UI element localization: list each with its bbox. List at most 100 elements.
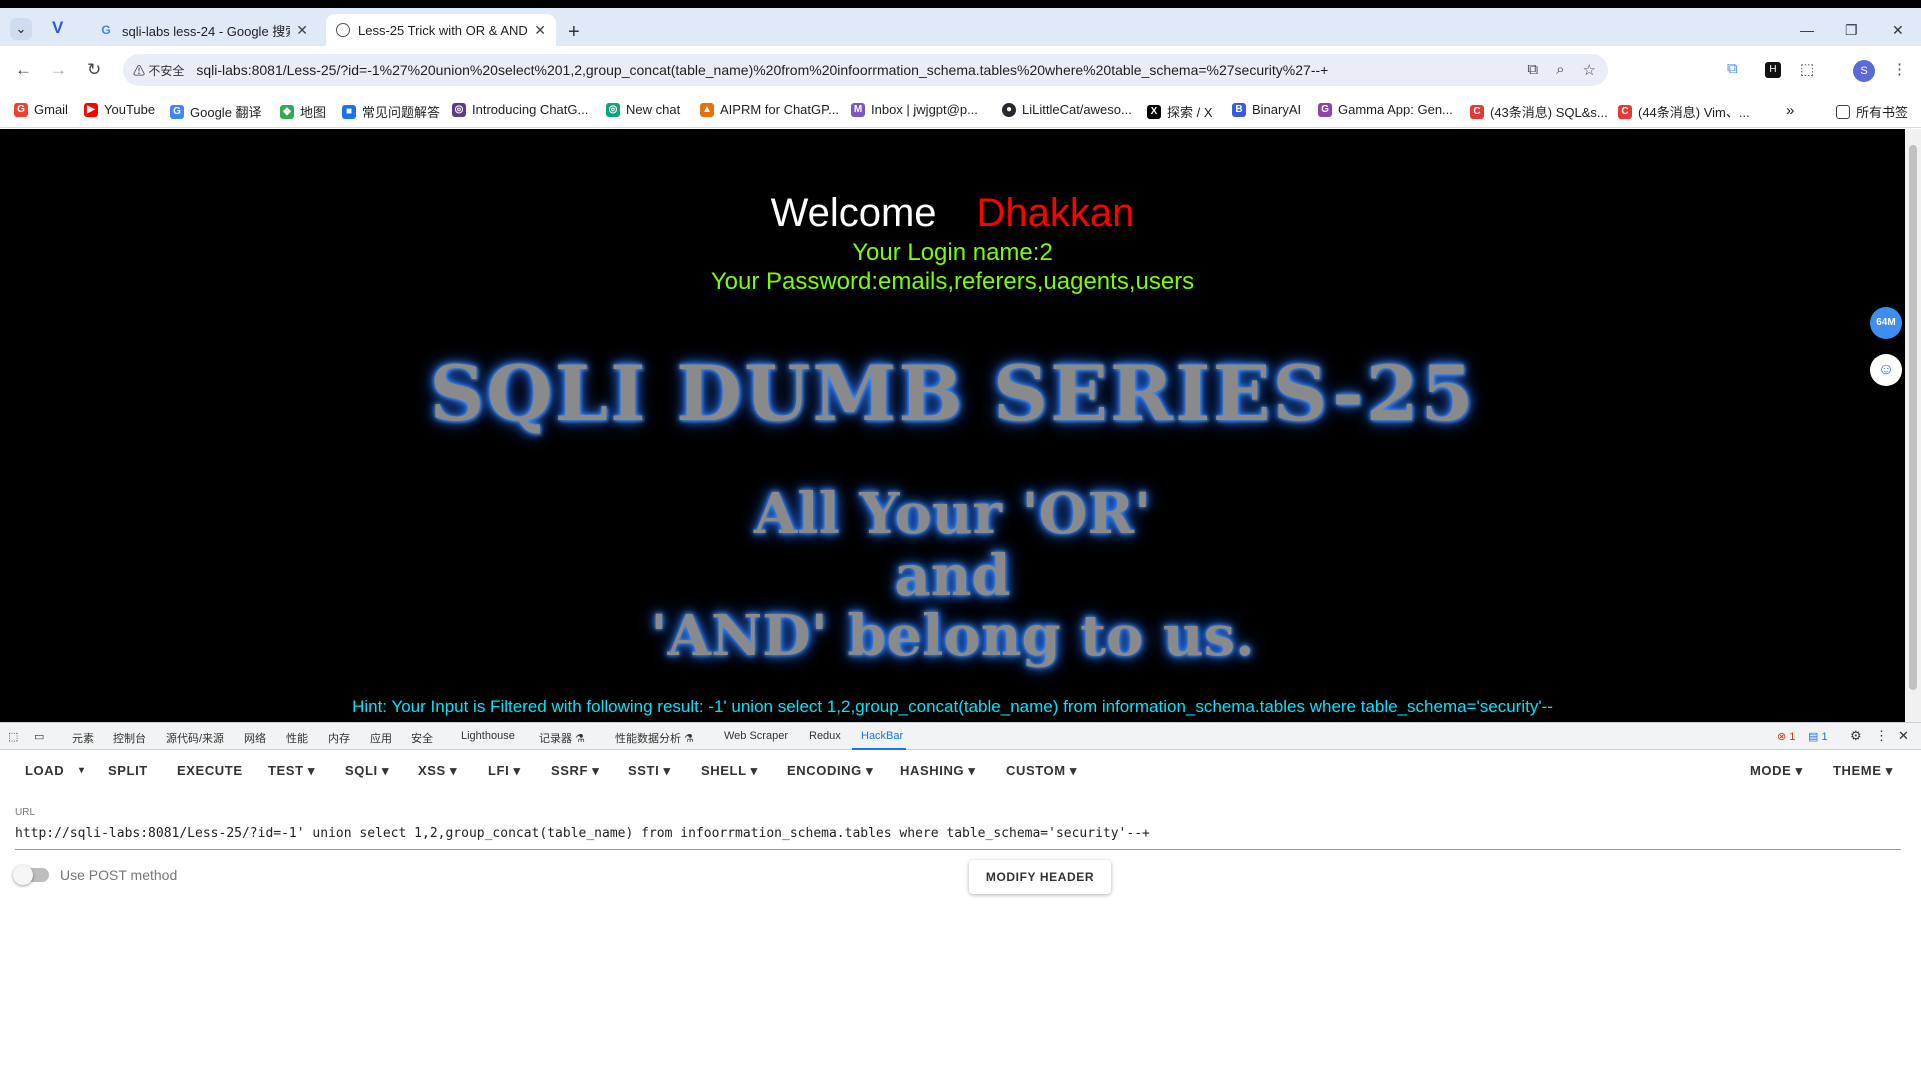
devtools-tab-sources[interactable]: 源代码/来源 (166, 730, 224, 746)
execute-button[interactable]: EXECUTE (177, 763, 243, 778)
avatar[interactable]: S (1853, 60, 1875, 82)
bookmark-introducing-chatgpt[interactable]: ◎ Introducing ChatG... (452, 102, 588, 117)
bookmark-google-translate[interactable]: G Google 翻译 (170, 102, 262, 121)
tab-title: sqli-labs less-24 - Google 搜索 (122, 23, 291, 39)
tab-search-button[interactable]: ⌄ (10, 18, 32, 40)
devtools-tab-web-scraper[interactable]: Web Scraper (724, 730, 788, 742)
binaryai-icon: B (1232, 102, 1246, 117)
memory-badge[interactable]: 64M (1870, 307, 1902, 339)
toggle-knob[interactable] (13, 865, 33, 885)
tab-less-25[interactable]: Less-25 Trick with OR & AND ✕ (326, 14, 556, 46)
post-method-label: Use POST method (60, 867, 178, 883)
login-name-line: Your Login name:2 (852, 239, 1053, 266)
close-tab-icon[interactable]: ✕ (296, 22, 308, 39)
restore-icon[interactable]: ❐ (1845, 22, 1858, 39)
extension-hackbar-icon[interactable]: H (1765, 62, 1781, 78)
bookmarks-bar: G Gmail ▶ YouTube G Google 翻译 ◆ 地图 ■ 常见问题解答 ◎… (0, 94, 1921, 128)
inspect-element-icon[interactable]: ⬚ (8, 730, 18, 743)
assistant-bot-icon[interactable]: ☺ (1870, 354, 1902, 386)
devtools-tab-security[interactable]: 安全 (411, 730, 433, 746)
devtools-tab-redux[interactable]: Redux (809, 730, 841, 742)
load-dropdown-icon[interactable]: ▾ (79, 765, 85, 776)
reload-icon[interactable]: ↻ (87, 60, 101, 80)
devtools-tab-memory[interactable]: 内存 (328, 730, 350, 746)
slogan-line-1: All Your 'OR' (753, 481, 1152, 547)
faq-icon: ■ (342, 104, 356, 119)
minimize-icon[interactable]: — (1800, 22, 1814, 38)
settings-gear-icon[interactable]: ⚙ (1850, 728, 1862, 744)
menu-kebab-icon[interactable]: ⋮ (1892, 60, 1907, 78)
devtools-menu-icon[interactable]: ⋮ (1875, 728, 1888, 744)
devtools-tab-network[interactable]: 网络 (244, 730, 266, 746)
shell-menu[interactable]: SHELL ▾ (701, 763, 758, 779)
devtools-tab-console[interactable]: 控制台 (113, 730, 146, 746)
close-tab-icon[interactable]: ✕ (534, 22, 546, 39)
forward-icon[interactable]: → (50, 60, 67, 80)
address-url[interactable]: sqli-labs:8081/Less-25/?id=-1%27%20union… (196, 62, 1328, 78)
bookmark-maps[interactable]: ◆ 地图 (280, 102, 326, 121)
not-secure-icon[interactable]: ⚠ 不安全 (133, 62, 184, 79)
bookmark-binaryai[interactable]: B BinaryAI (1232, 102, 1301, 117)
lfi-menu[interactable]: LFI ▾ (488, 763, 521, 779)
xss-menu[interactable]: XSS ▾ (418, 763, 457, 779)
extension-translate-icon[interactable]: ⧉ (1727, 60, 1738, 77)
hashing-menu[interactable]: HASHING ▾ (900, 763, 976, 779)
ssrf-menu[interactable]: SSRF ▾ (551, 763, 599, 779)
bookmark-faq[interactable]: ■ 常见问题解答 (342, 102, 440, 121)
bookmark-gmail[interactable]: G Gmail (14, 102, 68, 117)
csdn-icon: C (1470, 104, 1484, 119)
page-scrollbar[interactable] (1905, 129, 1921, 722)
load-button[interactable]: LOAD (25, 763, 64, 778)
bookmark-csdn-vim[interactable]: C (44条消息) Vim、... (1618, 102, 1750, 121)
new-tab-button[interactable]: + (568, 21, 580, 44)
bookmark-x[interactable]: X 探索 / X (1147, 102, 1213, 121)
bookmarks-overflow-icon[interactable]: » (1786, 102, 1794, 119)
window-close-icon[interactable]: ✕ (1892, 22, 1904, 39)
address-bar[interactable]: ⚠ 不安全 sqli-labs:8081/Less-25/?id=-1%27%2… (123, 54, 1608, 86)
theme-menu[interactable]: THEME ▾ (1833, 763, 1893, 779)
welcome-heading: Welcome Dhakkan (0, 191, 1905, 236)
encoding-menu[interactable]: ENCODING ▾ (787, 763, 873, 779)
bookmark-csdn-sql[interactable]: C (43条消息) SQL&s... (1470, 102, 1608, 121)
devtools-tab-lighthouse[interactable]: Lighthouse (461, 730, 515, 742)
extension-v-icon[interactable]: V (52, 18, 63, 38)
bookmark-inbox[interactable]: M Inbox | jwjgpt@p... (851, 102, 978, 117)
devtools-tab-elements[interactable]: 元素 (72, 730, 94, 746)
back-icon[interactable]: ← (15, 60, 32, 80)
extensions-puzzle-icon[interactable]: ⬚ (1800, 60, 1814, 78)
modify-header-button[interactable]: MODIFY HEADER (969, 860, 1111, 894)
mode-menu[interactable]: MODE ▾ (1750, 763, 1803, 779)
split-button[interactable]: SPLIT (108, 763, 148, 778)
device-toggle-icon[interactable]: ▭ (34, 730, 44, 743)
folder-icon (1836, 104, 1850, 119)
translate-icon[interactable]: ⧉ (1527, 61, 1538, 79)
sqli-menu[interactable]: SQLI ▾ (345, 763, 389, 779)
bookmark-aiprm[interactable]: ▲ AIPRM for ChatGP... (700, 102, 839, 117)
devtools-tab-recorder[interactable]: 记录器 ⚗ (539, 730, 585, 746)
scrollbar-thumb[interactable] (1909, 145, 1917, 690)
devtools-tab-performance[interactable]: 性能 (286, 730, 308, 746)
all-bookmarks[interactable]: 所有书签 (1836, 102, 1908, 121)
message-icon[interactable]: ▤ 1 (1808, 730, 1828, 743)
tab-google-search[interactable]: G sqli-labs less-24 - Google 搜索 ✕ (88, 14, 318, 46)
bookmark-new-chat[interactable]: ◎ New chat (606, 102, 680, 117)
bookmark-star-icon[interactable]: ☆ (1583, 61, 1596, 79)
custom-menu[interactable]: CUSTOM ▾ (1006, 763, 1077, 779)
devtools-tab-strip: ⬚ ▭ 元素 控制台 源代码/来源 网络 性能 内存 应用 安全 Lightho… (0, 722, 1921, 750)
devtools-tab-performance-insights[interactable]: 性能数据分析 ⚗ (615, 730, 694, 746)
bookmark-gamma[interactable]: G Gamma App: Gen... (1318, 102, 1453, 117)
devtools-tab-application[interactable]: 应用 (370, 730, 392, 746)
bookmark-youtube[interactable]: ▶ YouTube (84, 102, 155, 117)
url-input[interactable]: http://sqli-labs:8081/Less-25/?id=-1' un… (15, 826, 1901, 850)
proton-mail-icon: M (851, 102, 865, 117)
error-icon[interactable]: ⊗ 1 (1777, 730, 1795, 743)
zoom-icon[interactable]: ⌕ (1556, 61, 1564, 79)
url-field-label: URL (15, 807, 36, 818)
devtools-close-icon[interactable]: ✕ (1898, 728, 1909, 744)
bookmark-github[interactable]: ● LiLittleCat/aweso... (1002, 102, 1132, 117)
post-method-toggle[interactable] (13, 865, 49, 885)
test-menu[interactable]: TEST ▾ (268, 763, 315, 779)
error-count: 1 (1789, 731, 1796, 743)
devtools-tab-hackbar[interactable]: HackBar (861, 730, 903, 742)
ssti-menu[interactable]: SSTI ▾ (628, 763, 671, 779)
